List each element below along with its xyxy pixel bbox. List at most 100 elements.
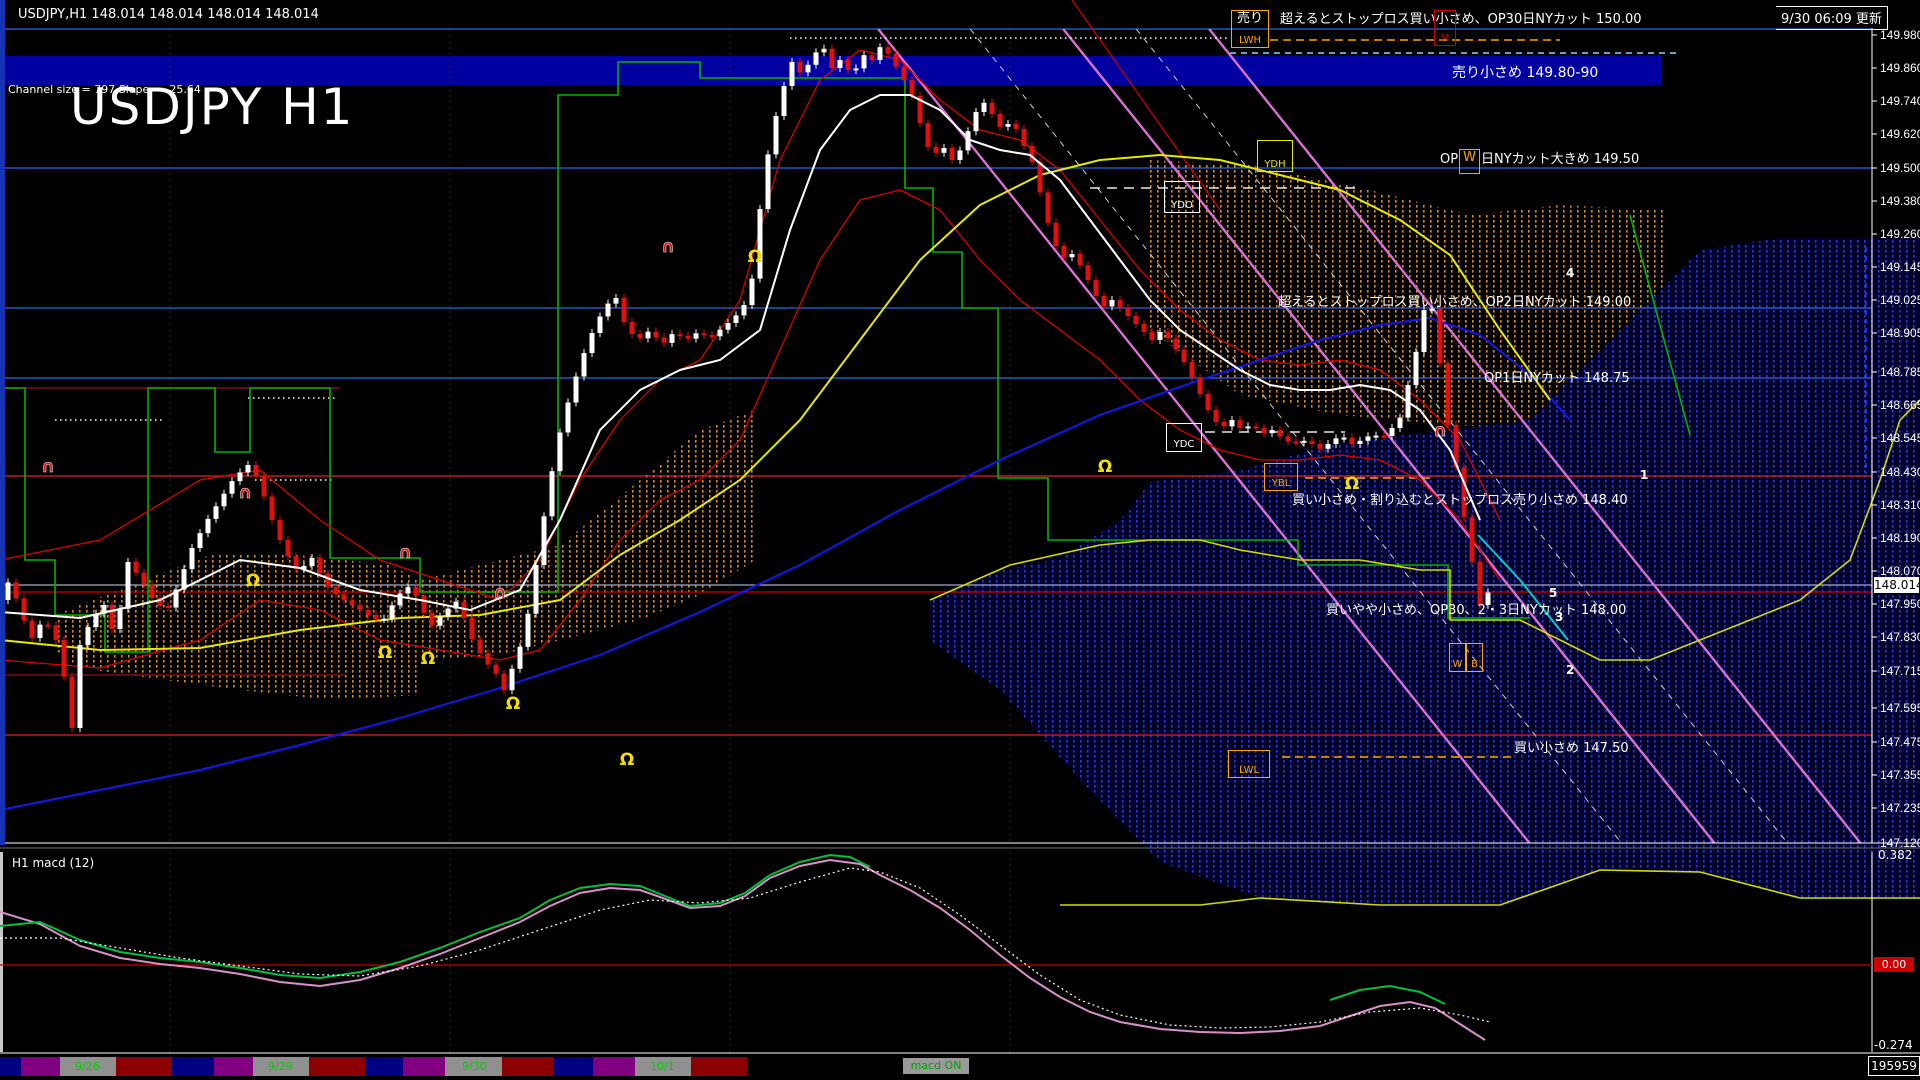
candlestick [565, 402, 571, 433]
axis-price-label: 147.235 [1880, 801, 1920, 815]
candlestick [1069, 254, 1075, 258]
candlestick [1421, 310, 1427, 352]
sell-signal-mark: ∩ [398, 543, 412, 563]
axis-price-label: 149.260 [1880, 227, 1920, 241]
candlestick [605, 303, 611, 317]
candlestick [557, 432, 563, 472]
candlestick [573, 376, 579, 403]
axis-price-label: 148.785 [1880, 365, 1920, 379]
timeline-segment [0, 1057, 21, 1076]
macd-toggle-button[interactable]: macd ON [903, 1058, 969, 1074]
candlestick [1341, 437, 1347, 440]
sell-signal-mark: ∩ [238, 483, 252, 503]
candlestick [533, 565, 539, 614]
tick-counter: 195959 [1868, 1056, 1920, 1076]
candlestick [1053, 222, 1059, 246]
timeline-date: 9/29 [268, 1060, 293, 1073]
annotation-op1-14875: OP1日NYカット 148.75 [1484, 371, 1630, 386]
candlestick [669, 334, 675, 343]
candlestick [373, 615, 379, 619]
candlestick [53, 625, 59, 640]
candlestick [1045, 192, 1051, 223]
candlestick [1285, 436, 1291, 442]
axis-price-label: 147.595 [1880, 701, 1920, 715]
candlestick [893, 53, 899, 67]
candlestick [1093, 280, 1099, 296]
timeline-segment [214, 1057, 253, 1076]
candlestick [269, 496, 275, 520]
sell-label: 売り [1236, 11, 1263, 26]
candlestick [1109, 300, 1115, 307]
candlestick [1237, 420, 1243, 428]
candlestick [581, 353, 587, 377]
candlestick [589, 333, 595, 353]
candlestick [205, 518, 211, 534]
candlestick [389, 605, 395, 619]
macd-indicator-label: H1 macd (12) [12, 856, 95, 870]
candlestick [717, 329, 723, 337]
candlestick [941, 148, 947, 153]
candlestick [413, 587, 419, 596]
axis-price-label: 149.380 [1880, 194, 1920, 208]
candlestick [1213, 410, 1219, 422]
candlestick [997, 114, 1003, 127]
timeline-segment [502, 1057, 554, 1076]
candlestick [1261, 428, 1267, 434]
candlestick [37, 624, 43, 638]
candlestick [957, 150, 963, 160]
candlestick [781, 86, 787, 116]
candlestick [1077, 254, 1083, 266]
axis-price-label: 147.950 [1880, 597, 1920, 611]
candlestick [1245, 426, 1251, 429]
axis-price-label: 149.860 [1880, 61, 1920, 75]
candlestick [541, 516, 547, 565]
sell-signal-mark: ∩ [661, 237, 675, 257]
candlestick [973, 112, 979, 132]
candlestick [1277, 430, 1283, 437]
candlestick [213, 506, 219, 519]
candlestick [429, 613, 435, 626]
candlestick [653, 331, 659, 338]
buy-signal-mark: Ω [378, 643, 392, 663]
candlestick [45, 624, 51, 627]
current-price-tag: 148.014 [1874, 577, 1920, 593]
axis-price-label: 148.545 [1880, 431, 1920, 445]
candlestick [621, 298, 627, 322]
candlestick [933, 146, 939, 153]
candlestick [813, 52, 819, 65]
axis-price-label: 149.740 [1880, 94, 1920, 108]
candlestick [237, 472, 243, 482]
buy-signal-mark: Ω [748, 247, 762, 267]
candlestick [1125, 308, 1131, 316]
axis-price-label: 148.430 [1880, 465, 1920, 479]
sell-signal-mark: ∩ [41, 457, 55, 477]
candlestick [221, 493, 227, 507]
buy-signal-mark: Ω [506, 694, 520, 714]
candlestick [165, 606, 171, 608]
candlestick [1165, 332, 1171, 339]
symbol-title: USDJPY,H1 148.014 148.014 148.014 148.01… [18, 7, 319, 22]
candlestick [381, 618, 387, 621]
candlestick [397, 593, 403, 606]
candlestick [405, 587, 411, 594]
candlestick [773, 116, 779, 155]
candlestick [229, 481, 235, 494]
candlestick [1413, 352, 1419, 385]
candlestick [1317, 444, 1323, 449]
candlestick [1381, 435, 1387, 438]
sell-signal-mark: ∩ [493, 583, 507, 603]
candlestick [885, 47, 891, 54]
candlestick [117, 608, 123, 629]
wave-count-3: 3 [1555, 610, 1564, 624]
candlestick [1365, 436, 1371, 441]
b-small-marker-box: B [1466, 643, 1483, 672]
candlestick [989, 102, 995, 114]
sell-signal-mark: ∩ [1433, 421, 1447, 441]
axis-price-label: 149.025 [1880, 293, 1920, 307]
macd-axis-top-value: 0.382 [1878, 848, 1913, 862]
candlestick [109, 605, 115, 629]
update-timestamp-button[interactable]: 9/30 06:09 更新 [1776, 6, 1888, 30]
annotation-op-suffix: 日NYカット大きめ 149.50 [1480, 152, 1640, 167]
candlestick [333, 586, 339, 595]
timeline-date: 9/26 [75, 1060, 100, 1073]
